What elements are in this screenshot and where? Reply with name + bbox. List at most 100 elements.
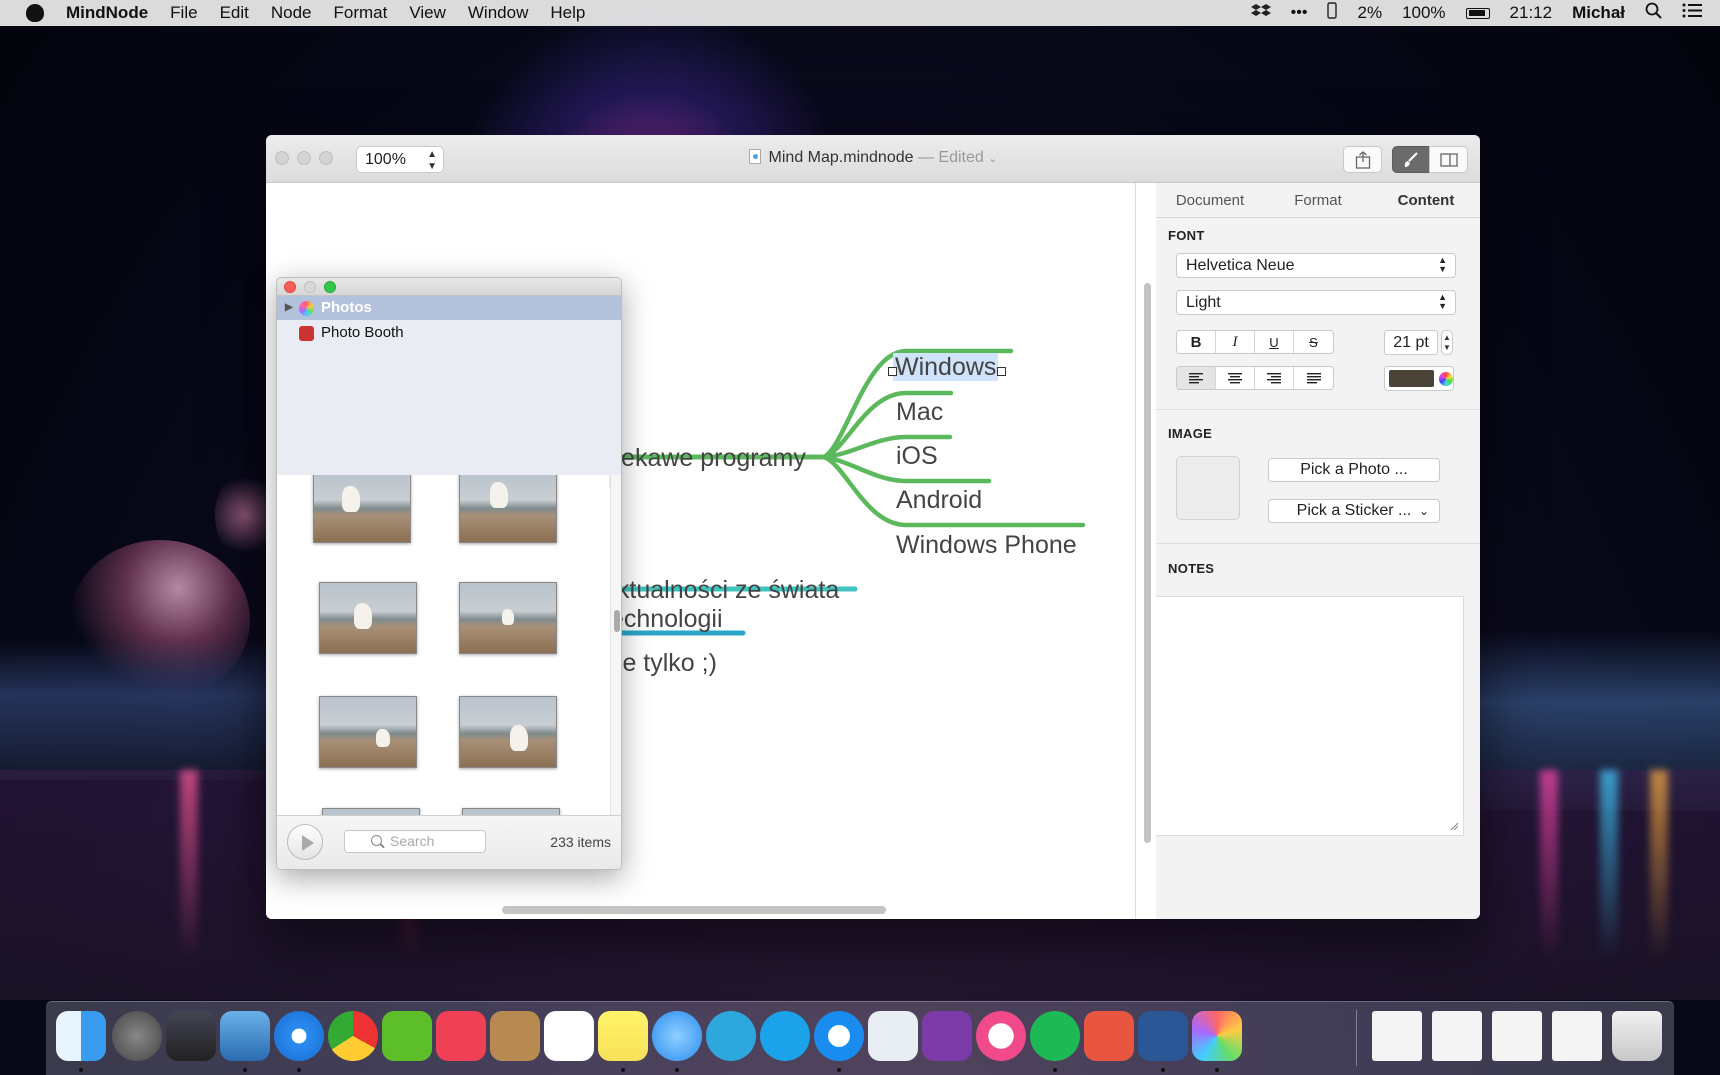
image-well[interactable] <box>1176 456 1240 520</box>
pocket-icon[interactable] <box>436 1011 486 1061</box>
media-search-field[interactable]: Search <box>344 830 486 853</box>
node-ciekawe-programy[interactable]: ciekawe programy <box>603 444 806 473</box>
dropbox-icon[interactable] <box>1250 3 1271 24</box>
selection-handle[interactable] <box>888 367 897 376</box>
notes-icon[interactable] <box>598 1011 648 1061</box>
chevron-down-icon[interactable]: ⌄ <box>988 153 997 165</box>
menu-node[interactable]: Node <box>271 3 312 23</box>
word-icon[interactable] <box>1138 1011 1188 1061</box>
mindnode-icon[interactable] <box>1192 1011 1242 1061</box>
chrome-icon[interactable] <box>328 1011 378 1061</box>
resize-grip-icon[interactable] <box>1449 821 1459 831</box>
skype-icon[interactable] <box>760 1011 810 1061</box>
telegram-icon[interactable] <box>706 1011 756 1061</box>
disclosure-triangle-icon[interactable]: ▶ <box>285 296 293 320</box>
strikethrough-button[interactable]: S <box>1294 331 1333 353</box>
window-thumbnail-icon[interactable] <box>1552 1011 1602 1061</box>
align-right-button[interactable] <box>1255 367 1294 389</box>
photo-thumbnail[interactable] <box>459 582 557 654</box>
tab-format[interactable]: Format <box>1264 183 1372 217</box>
node-windows-phone[interactable]: Windows Phone <box>896 531 1077 560</box>
tab-content[interactable]: Content <box>1372 183 1480 217</box>
apple-menu-icon[interactable] <box>26 4 44 22</box>
window-thumbnail-icon[interactable] <box>1492 1011 1542 1061</box>
node-windows-label[interactable]: Windows <box>893 353 999 381</box>
source-photo-booth[interactable]: Photo Booth <box>277 321 621 345</box>
phone-icon[interactable] <box>1327 2 1338 24</box>
finder-icon[interactable] <box>56 1011 106 1061</box>
zoom-button[interactable] <box>324 281 336 293</box>
user-name[interactable]: Michał <box>1572 3 1625 23</box>
canvas-vertical-scrollbar[interactable] <box>1144 283 1151 843</box>
spotlight-search-icon[interactable] <box>1645 2 1662 24</box>
close-button[interactable] <box>284 281 296 293</box>
battery-percent[interactable]: 100% <box>1402 3 1445 23</box>
photo-thumbnail[interactable] <box>459 475 557 543</box>
photo-thumbnail[interactable] <box>462 808 560 815</box>
share-button[interactable] <box>1343 146 1382 173</box>
italic-button[interactable]: I <box>1216 331 1255 353</box>
cpu-usage[interactable]: 2% <box>1357 3 1382 23</box>
menu-view[interactable]: View <box>409 3 446 23</box>
node-ios[interactable]: iOS <box>896 442 938 471</box>
calendar-icon[interactable] <box>544 1011 594 1061</box>
messages-icon[interactable] <box>652 1011 702 1061</box>
messenger-icon[interactable] <box>814 1011 864 1061</box>
onenote-icon[interactable] <box>922 1011 972 1061</box>
contacts-icon[interactable] <box>490 1011 540 1061</box>
itunes-icon[interactable] <box>976 1011 1026 1061</box>
font-family-select[interactable]: Helvetica Neue ▲ ▼ <box>1176 253 1456 278</box>
menu-app-name[interactable]: MindNode <box>66 3 148 23</box>
menu-edit[interactable]: Edit <box>220 3 249 23</box>
play-slideshow-button[interactable] <box>287 824 323 860</box>
feedly-icon[interactable] <box>382 1011 432 1061</box>
minimize-button[interactable] <box>304 281 316 293</box>
launchpad-icon[interactable] <box>112 1011 162 1061</box>
canvas-horizontal-scrollbar[interactable] <box>502 906 886 914</box>
downloads-stack-icon[interactable] <box>1372 1011 1422 1061</box>
trash-icon[interactable] <box>1612 1011 1662 1061</box>
clock[interactable]: 21:12 <box>1510 3 1553 23</box>
tab-document[interactable]: Document <box>1156 183 1264 217</box>
photo-thumbnail[interactable] <box>319 582 417 654</box>
more-icon[interactable]: ••• <box>1291 4 1308 22</box>
source-photos[interactable]: ▶ Photos <box>277 296 621 320</box>
bold-button[interactable]: B <box>1177 331 1216 353</box>
font-weight-select[interactable]: Light ▲ ▼ <box>1176 290 1456 315</box>
menu-help[interactable]: Help <box>550 3 585 23</box>
mission-control-icon[interactable] <box>166 1011 216 1061</box>
text-color-well[interactable] <box>1384 366 1454 391</box>
mail-icon[interactable] <box>220 1011 270 1061</box>
menu-file[interactable]: File <box>170 3 197 23</box>
align-left-button[interactable] <box>1177 367 1216 389</box>
photo-thumbnail[interactable] <box>322 808 420 815</box>
documents-stack-icon[interactable] <box>1432 1011 1482 1061</box>
node-mac[interactable]: Mac <box>896 398 943 427</box>
photo-grid-scrollbar[interactable] <box>610 475 621 815</box>
align-justify-button[interactable] <box>1294 367 1333 389</box>
font-size-field[interactable]: 21 pt <box>1384 330 1438 355</box>
node-aktualnosci[interactable]: aktualności ze świata technologii <box>603 576 839 634</box>
photo-thumbnail[interactable] <box>313 475 411 543</box>
spotify-icon[interactable] <box>1030 1011 1080 1061</box>
menu-window[interactable]: Window <box>468 3 528 23</box>
inspector-style-button[interactable] <box>1392 146 1430 173</box>
battery-icon[interactable] <box>1465 7 1490 19</box>
node-android[interactable]: Android <box>896 486 982 515</box>
align-center-button[interactable] <box>1216 367 1255 389</box>
preview-icon[interactable] <box>868 1011 918 1061</box>
font-size-stepper[interactable]: ▲ ▼ <box>1441 330 1453 355</box>
notes-textarea[interactable] <box>1156 596 1464 836</box>
safari-icon[interactable] <box>274 1011 324 1061</box>
underline-button[interactable]: U <box>1255 331 1294 353</box>
selection-handle[interactable] <box>997 367 1006 376</box>
edited-indicator[interactable]: — Edited <box>918 149 984 166</box>
pick-photo-button[interactable]: Pick a Photo ... <box>1268 458 1440 482</box>
node-windows[interactable]: Windows <box>893 353 999 382</box>
photo-thumbnail[interactable] <box>459 696 557 768</box>
notification-center-icon[interactable] <box>1682 3 1702 23</box>
color-wheel-icon[interactable] <box>1439 371 1453 386</box>
sidebar-toggle-button[interactable] <box>1429 146 1468 173</box>
photo-thumbnail[interactable] <box>319 696 417 768</box>
transmit-icon[interactable] <box>1084 1011 1134 1061</box>
